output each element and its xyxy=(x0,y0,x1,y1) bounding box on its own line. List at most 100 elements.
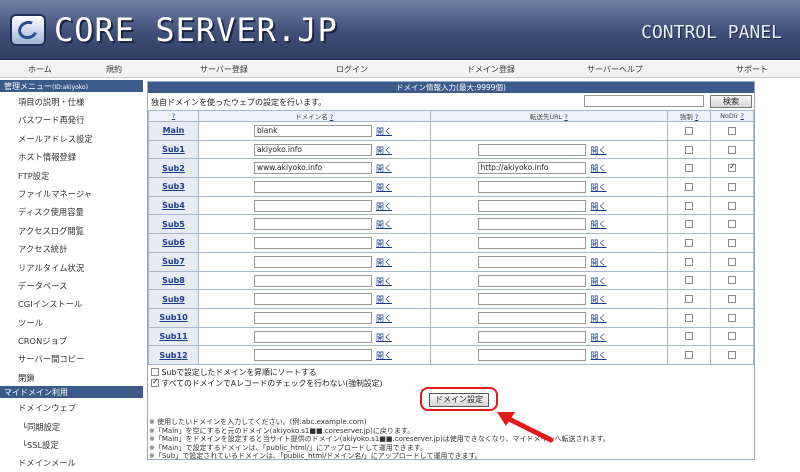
a-record-checkbox[interactable] xyxy=(151,377,159,387)
forward-url-input[interactable] xyxy=(477,143,586,156)
forward-url-input[interactable] xyxy=(477,199,586,212)
help-link[interactable]: ? xyxy=(330,113,333,121)
open-domain-link[interactable]: 開く xyxy=(376,332,392,343)
sidebar-item-sync[interactable]: └同期設定 xyxy=(0,417,143,435)
domain-input[interactable] xyxy=(253,311,372,324)
domain-input[interactable] xyxy=(253,237,372,250)
open-domain-link[interactable]: 開く xyxy=(376,238,392,249)
force-checkbox[interactable] xyxy=(685,276,694,285)
sidebar-item-tools[interactable]: ツール xyxy=(0,313,143,331)
nodir-checkbox[interactable] xyxy=(728,295,736,304)
row-label-link[interactable]: Sub10 xyxy=(148,307,199,328)
forward-url-input[interactable] xyxy=(477,181,586,194)
forward-url-input[interactable] xyxy=(477,293,586,306)
open-forward-link[interactable]: 開く xyxy=(591,219,607,230)
open-forward-link[interactable]: 開く xyxy=(591,182,607,193)
search-input[interactable] xyxy=(584,95,704,107)
sidebar-item-disk[interactable]: ディスク使用容量 xyxy=(0,202,143,220)
force-checkbox[interactable] xyxy=(685,182,694,191)
row-label-link[interactable]: Sub4 xyxy=(148,195,199,216)
open-forward-link[interactable]: 開く xyxy=(591,238,607,249)
sidebar-item-file-manager[interactable]: ファイルマネージャ xyxy=(0,184,143,202)
open-domain-link[interactable]: 開く xyxy=(376,201,392,212)
open-domain-link[interactable]: 開く xyxy=(376,145,392,156)
domain-input[interactable] xyxy=(253,181,372,194)
row-label-link[interactable]: Sub11 xyxy=(148,326,199,347)
open-domain-link[interactable]: 開く xyxy=(376,313,392,324)
forward-url-input[interactable] xyxy=(477,349,586,362)
open-forward-link[interactable]: 開く xyxy=(591,313,607,324)
row-label-link[interactable]: Sub5 xyxy=(148,214,199,235)
force-checkbox[interactable] xyxy=(685,257,694,266)
row-label-link[interactable]: Sub1 xyxy=(148,139,199,160)
open-forward-link[interactable]: 開く xyxy=(591,145,607,156)
forward-url-input[interactable] xyxy=(477,237,586,250)
open-domain-link[interactable]: 開く xyxy=(376,276,392,287)
open-forward-link[interactable]: 開く xyxy=(591,294,607,305)
sidebar-item-close[interactable]: 閉鎖 xyxy=(0,368,143,386)
row-label-link[interactable]: Sub2 xyxy=(148,158,199,179)
open-domain-link[interactable]: 開く xyxy=(376,294,392,305)
nav-domain-register[interactable]: ドメイン登録 xyxy=(467,64,515,75)
sidebar-item-database[interactable]: データベース xyxy=(0,276,143,294)
help-link[interactable]: ? xyxy=(564,113,567,121)
forward-url-input[interactable] xyxy=(477,255,586,268)
open-forward-link[interactable]: 開く xyxy=(591,163,607,174)
nodir-checkbox[interactable] xyxy=(728,351,736,360)
sidebar-item-password[interactable]: パスワード再発行 xyxy=(0,110,143,128)
domain-input[interactable] xyxy=(253,274,372,287)
open-forward-link[interactable]: 開く xyxy=(591,257,607,268)
nodir-checkbox[interactable] xyxy=(728,257,736,266)
forward-url-input[interactable] xyxy=(477,218,586,231)
open-domain-link[interactable]: 開く xyxy=(376,350,392,361)
nav-server-help[interactable]: サーバーヘルプ xyxy=(587,64,643,75)
open-domain-link[interactable]: 開く xyxy=(376,257,392,268)
open-forward-link[interactable]: 開く xyxy=(591,350,607,361)
row-label-link[interactable]: Main xyxy=(148,121,199,141)
forward-url-input[interactable] xyxy=(477,311,586,324)
open-domain-link[interactable]: 開く xyxy=(376,219,392,230)
domain-input[interactable] xyxy=(253,255,372,268)
open-forward-link[interactable]: 開く xyxy=(591,276,607,287)
nodir-checkbox[interactable] xyxy=(728,276,736,285)
sidebar-item-spec[interactable]: 項目の説明・仕様 xyxy=(0,92,143,110)
row-label-link[interactable]: Sub12 xyxy=(148,345,199,365)
force-checkbox[interactable] xyxy=(685,126,694,135)
domain-input[interactable]: blank xyxy=(253,125,372,137)
force-checkbox[interactable] xyxy=(685,201,694,210)
sidebar-item-domain-mail[interactable]: ドメインメール xyxy=(0,453,143,471)
nodir-checkbox[interactable] xyxy=(728,145,736,154)
domain-input[interactable] xyxy=(253,199,372,212)
sidebar-item-access-log[interactable]: アクセスログ閲覧 xyxy=(0,221,143,239)
force-checkbox[interactable] xyxy=(685,295,694,304)
nodir-checkbox[interactable] xyxy=(728,201,736,210)
nodir-checkbox[interactable] xyxy=(728,313,736,322)
sort-checkbox[interactable] xyxy=(151,367,159,376)
force-checkbox[interactable] xyxy=(685,313,694,322)
open-forward-link[interactable]: 開く xyxy=(591,201,607,212)
domain-input[interactable] xyxy=(253,218,372,231)
nodir-checkbox[interactable] xyxy=(728,182,736,191)
domain-input[interactable]: www.akiyoko.info xyxy=(253,162,372,175)
domain-input[interactable] xyxy=(253,293,372,306)
search-button[interactable]: 検索 xyxy=(710,95,752,108)
forward-url-input[interactable] xyxy=(477,330,586,343)
domain-input[interactable]: akiyoko.info xyxy=(253,143,372,156)
domain-settings-submit-button[interactable]: ドメイン設定 xyxy=(429,392,489,407)
row-label-link[interactable]: Sub6 xyxy=(148,233,199,253)
help-link[interactable]: ? xyxy=(695,113,698,121)
row-label-link[interactable]: Sub8 xyxy=(148,270,199,291)
sidebar-item-cron[interactable]: CRONジョブ xyxy=(0,331,143,349)
row-label-link[interactable]: Sub7 xyxy=(148,251,199,272)
row-label-link[interactable]: Sub9 xyxy=(148,289,199,309)
force-checkbox[interactable] xyxy=(685,164,694,173)
forward-url-input[interactable] xyxy=(477,274,586,287)
nav-terms[interactable]: 規約 xyxy=(106,64,122,75)
nav-server-register[interactable]: サーバー登録 xyxy=(200,64,248,75)
nav-home[interactable]: ホーム xyxy=(28,64,52,75)
domain-input[interactable] xyxy=(253,330,372,343)
domain-input[interactable] xyxy=(253,349,372,362)
force-checkbox[interactable] xyxy=(685,332,694,341)
sidebar-item-access-stats[interactable]: アクセス統計 xyxy=(0,239,143,257)
open-forward-link[interactable]: 開く xyxy=(591,332,607,343)
